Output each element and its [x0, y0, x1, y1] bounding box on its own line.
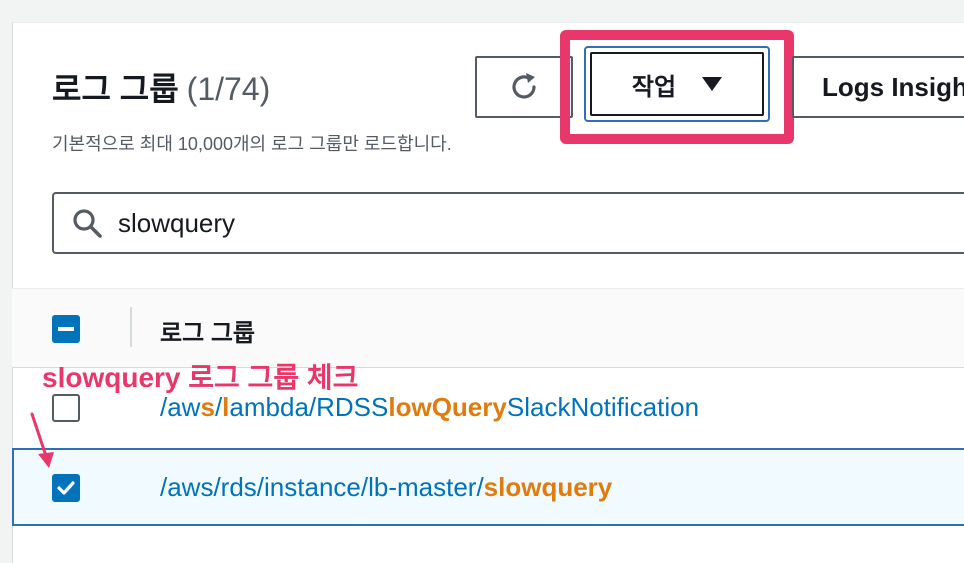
log-group-link[interactable]: /aws/rds/instance/lb-master/slowquery: [160, 472, 612, 503]
search-input[interactable]: slowquery: [118, 208, 235, 239]
column-header-log-group[interactable]: 로그 그룹: [160, 313, 255, 348]
callout-highlight-box: [560, 30, 794, 144]
search-field[interactable]: slowquery: [52, 192, 964, 254]
page-title-text: 로그 그룹: [52, 71, 179, 107]
column-divider: [130, 307, 132, 347]
link-text: /aw: [160, 392, 201, 422]
logs-insights-button[interactable]: Logs Insigh: [792, 56, 964, 118]
log-group-link[interactable]: /aws/lambda/RDSSlowQuerySlackNotificatio…: [160, 392, 699, 423]
match-highlight: slowquery: [483, 472, 613, 502]
checkmark-icon: [57, 481, 75, 495]
callout-annotation-text: slowquery 로그 그룹 체크: [42, 362, 359, 393]
page-title: 로그 그룹 (1/74): [52, 64, 270, 110]
search-icon: [73, 209, 102, 238]
refresh-icon: [512, 73, 536, 99]
selection-count: (1/74): [186, 71, 271, 107]
logs-insights-label: Logs Insigh: [822, 71, 964, 102]
row-checkbox-checked[interactable]: [52, 474, 80, 502]
callout-arrow-icon: [30, 412, 54, 468]
refresh-button[interactable]: [475, 56, 573, 118]
table-row-selected[interactable]: /aws/rds/instance/lb-master/slowquery: [12, 448, 964, 526]
match-highlight: lowQuery: [388, 392, 507, 422]
select-all-checkbox[interactable]: [52, 315, 80, 343]
link-text: ambda/RDSS: [229, 392, 389, 422]
link-text: SlackNotification: [506, 392, 700, 422]
link-text: /aws/rds/instance/lb-master/: [160, 472, 484, 502]
page-description: 기본적으로 최대 10,000개의 로그 그룹만 로드합니다.: [52, 134, 452, 154]
match-highlight: s: [200, 392, 215, 422]
